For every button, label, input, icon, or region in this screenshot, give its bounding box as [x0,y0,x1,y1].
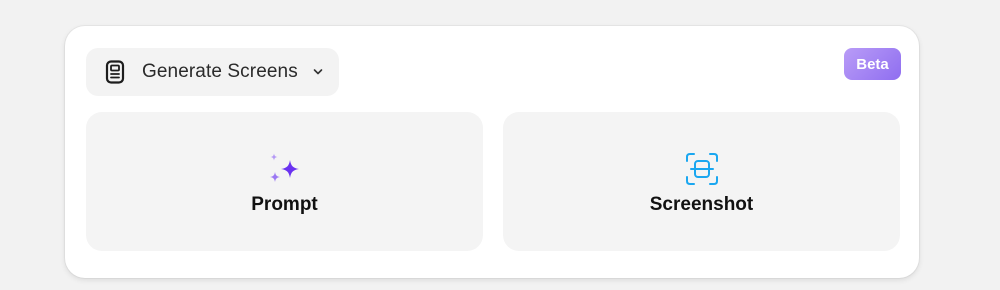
screenshot-icon [685,152,719,186]
generate-panel: Generate Screens Beta Prompt Screenshot [65,26,919,278]
prompt-card-title: Prompt [251,194,318,215]
mode-dropdown[interactable]: Generate Screens [86,48,339,96]
sparkles-icon [268,152,302,186]
screenshot-card[interactable]: Screenshot [503,112,900,251]
document-icon [104,60,126,84]
mode-dropdown-label: Generate Screens [142,61,298,82]
prompt-card[interactable]: Prompt [86,112,483,251]
beta-badge: Beta [844,48,901,80]
chevron-down-icon [312,66,324,78]
screenshot-card-title: Screenshot [649,194,754,215]
